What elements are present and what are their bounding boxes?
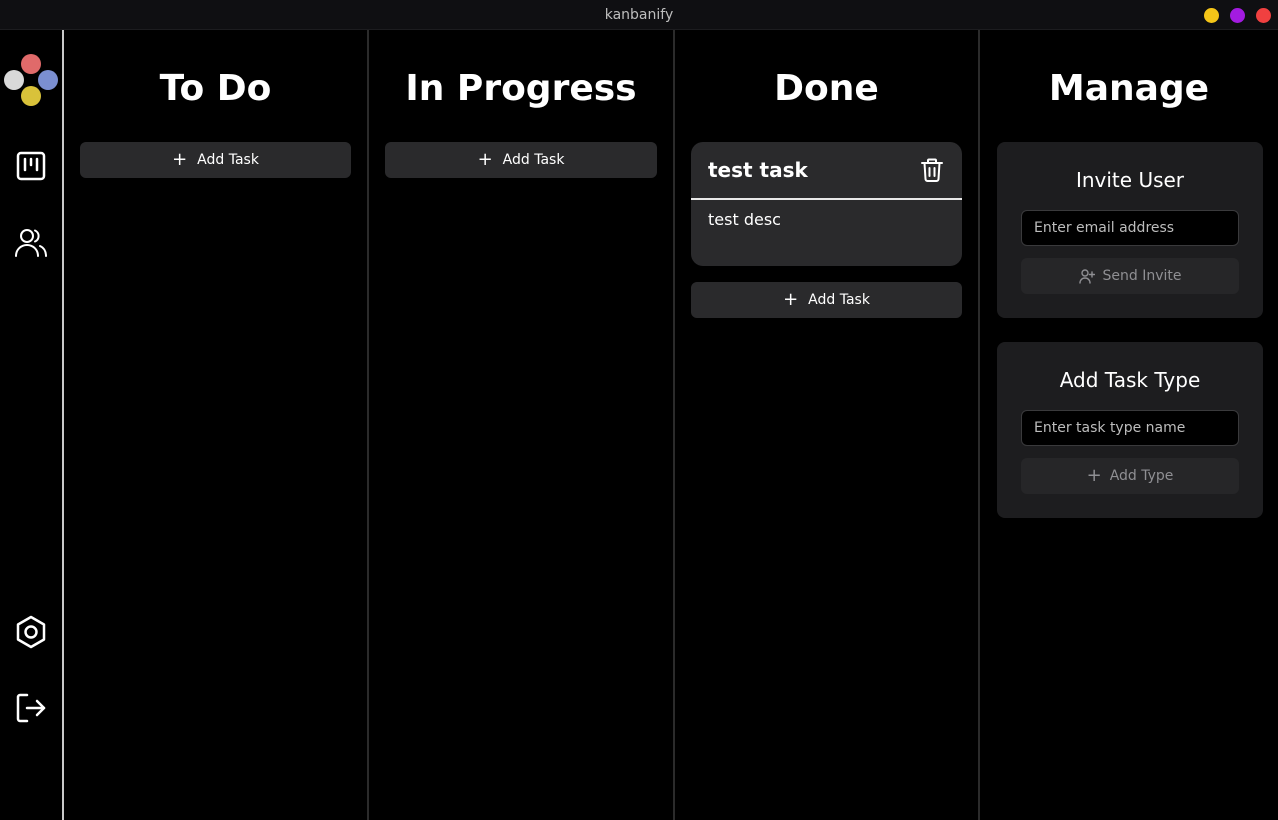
column-title: Manage xyxy=(1048,68,1210,109)
add-task-button[interactable]: + Add Task xyxy=(80,142,351,178)
panel-title: Invite User xyxy=(1075,168,1185,192)
plus-icon: + xyxy=(1086,465,1102,486)
plus-icon: + xyxy=(783,289,799,310)
logo-dot-yellow xyxy=(21,86,41,106)
board-nav-button[interactable] xyxy=(13,148,49,184)
settings-nav-button[interactable] xyxy=(13,614,49,650)
column-done: Done test task test desc + Add Task xyxy=(675,30,978,820)
add-task-label: Add Task xyxy=(808,292,870,308)
email-field[interactable] xyxy=(1021,210,1239,246)
task-description: test desc xyxy=(708,210,781,229)
board-icon xyxy=(16,151,46,181)
column-todo: To Do + Add Task xyxy=(64,30,367,820)
task-card-header: test task xyxy=(691,142,962,200)
column-title: In Progress xyxy=(405,68,637,109)
plus-icon: + xyxy=(172,149,188,170)
add-task-label: Add Task xyxy=(502,152,565,168)
logout-icon xyxy=(16,693,46,723)
window-titlebar: kanbanify xyxy=(0,0,1278,30)
users-nav-button[interactable] xyxy=(13,224,49,260)
column-in-progress: In Progress + Add Task xyxy=(369,30,673,820)
users-icon xyxy=(15,229,47,257)
sidebar xyxy=(0,30,62,820)
add-type-label: Add Type xyxy=(1109,468,1174,484)
panel-title: Add Task Type xyxy=(1059,368,1201,392)
send-invite-label: Send Invite xyxy=(1102,268,1182,284)
logo-dot-blue xyxy=(38,70,58,90)
add-type-button[interactable]: + Add Type xyxy=(1021,458,1239,494)
logo-dot-white xyxy=(4,70,24,90)
window-controls xyxy=(1204,8,1271,23)
task-card[interactable]: test task test desc xyxy=(691,142,962,266)
add-task-button[interactable]: + Add Task xyxy=(385,142,657,178)
settings-icon xyxy=(16,615,46,649)
task-type-field[interactable] xyxy=(1021,410,1239,446)
column-manage: Manage Invite User Send Invite Add Task … xyxy=(980,30,1278,820)
plus-icon: + xyxy=(477,149,493,170)
logout-nav-button[interactable] xyxy=(13,690,49,726)
column-title: Done xyxy=(774,68,879,109)
minimize-button[interactable] xyxy=(1204,8,1219,23)
close-button[interactable] xyxy=(1256,8,1271,23)
add-task-label: Add Task xyxy=(197,152,259,168)
add-task-button[interactable]: + Add Task xyxy=(691,282,962,318)
add-task-type-panel: Add Task Type + Add Type xyxy=(997,342,1263,518)
task-title: test task xyxy=(708,158,808,182)
maximize-button[interactable] xyxy=(1230,8,1245,23)
logo-dot-red xyxy=(21,54,41,74)
invite-user-panel: Invite User Send Invite xyxy=(997,142,1263,318)
trash-icon xyxy=(921,158,943,182)
user-plus-icon xyxy=(1078,269,1095,284)
column-title: To Do xyxy=(159,68,272,109)
send-invite-button[interactable]: Send Invite xyxy=(1021,258,1239,294)
app-logo xyxy=(4,54,58,108)
delete-task-button[interactable] xyxy=(919,157,945,183)
window-title: kanbanify xyxy=(604,6,674,23)
